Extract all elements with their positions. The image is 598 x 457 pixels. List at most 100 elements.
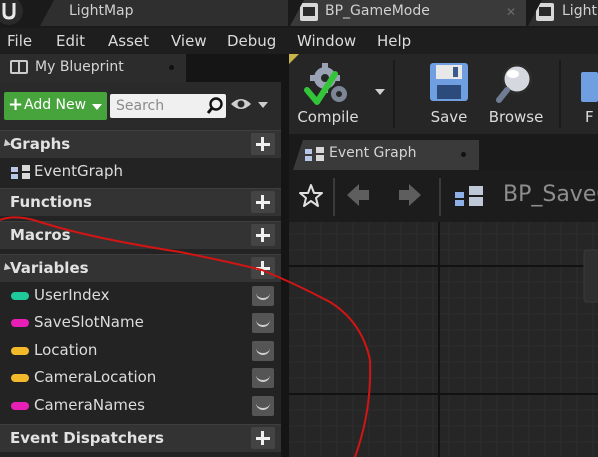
section-title: Graphs xyxy=(10,135,71,153)
graph-navigation-bar: BP_SaveG xyxy=(289,170,598,222)
section-event-dispatchers[interactable]: Event Dispatchers xyxy=(0,424,281,452)
tab-label: BP_GameMode xyxy=(325,3,430,19)
panel-tab-close-dot[interactable] xyxy=(169,65,174,70)
add-variable-button[interactable] xyxy=(251,257,275,279)
eye-icon[interactable] xyxy=(230,97,252,111)
view-options-chevron-icon[interactable] xyxy=(258,102,268,108)
graph-breadcrumb-title: BP_SaveG xyxy=(503,182,598,207)
my-blueprint-toolbar: + Add New xyxy=(0,82,281,130)
add-new-button[interactable]: + Add New xyxy=(4,92,107,120)
browse-button[interactable]: Browse xyxy=(485,54,547,134)
panel-splitter[interactable] xyxy=(281,54,289,457)
compile-button[interactable]: Compile xyxy=(293,54,363,134)
browse-label: Browse xyxy=(488,108,544,126)
compile-options-chevron-icon[interactable] xyxy=(375,89,385,95)
menu-view[interactable]: View xyxy=(171,32,207,50)
variable-row-userindex[interactable]: UserIndex xyxy=(0,283,281,310)
menu-bar: File Edit Asset View Debug Window Help xyxy=(0,28,598,54)
variable-row-cameralocation[interactable]: CameraLocation xyxy=(0,365,281,392)
tab-lightmap[interactable]: LightMap xyxy=(40,0,288,26)
menu-edit[interactable]: Edit xyxy=(56,32,85,50)
variable-type-pill-icon xyxy=(11,374,29,382)
toolbar-divider xyxy=(559,60,561,128)
closed-eye-icon[interactable] xyxy=(252,286,274,306)
section-title: Event Dispatchers xyxy=(10,429,164,447)
toolbar-corner-marker xyxy=(289,54,299,64)
variable-type-pill-icon xyxy=(11,319,29,327)
nav-divider xyxy=(333,178,335,216)
add-graph-button[interactable] xyxy=(251,133,275,155)
search-icon[interactable] xyxy=(206,97,224,115)
section-title: Macros xyxy=(10,226,71,244)
section-functions[interactable]: Functions xyxy=(0,188,281,216)
section-graphs[interactable]: Graphs xyxy=(0,130,281,158)
toolbar-divider xyxy=(393,60,395,128)
compile-label: Compile xyxy=(297,108,359,126)
graph-tab-bar: Event Graph xyxy=(289,134,598,170)
book-icon xyxy=(10,60,28,74)
add-macro-button[interactable] xyxy=(251,224,275,246)
add-function-button[interactable] xyxy=(251,191,275,213)
menu-debug[interactable]: Debug xyxy=(227,32,276,50)
section-title: Variables xyxy=(10,259,89,277)
add-event-dispatcher-button[interactable] xyxy=(251,427,275,449)
panel-tab-label: My Blueprint xyxy=(35,59,124,75)
back-arrow-icon[interactable] xyxy=(345,182,371,208)
section-variables[interactable]: Variables xyxy=(0,254,281,282)
chevron-down-icon xyxy=(92,104,102,110)
variable-row-saveslotname[interactable]: SaveSlotName xyxy=(0,310,281,337)
browse-magnifier-icon xyxy=(496,63,533,103)
graph-breadcrumb-icon xyxy=(455,186,483,206)
event-graph-icon xyxy=(305,147,324,161)
compile-gears-icon xyxy=(304,63,347,105)
find-button[interactable]: F xyxy=(575,54,598,134)
closed-eye-icon[interactable] xyxy=(252,368,274,388)
menu-help[interactable]: Help xyxy=(377,32,411,50)
variable-name: UserIndex xyxy=(34,286,110,304)
closed-eye-icon[interactable] xyxy=(252,341,274,361)
graph-grid xyxy=(289,222,598,457)
event-graph-icon xyxy=(11,165,30,179)
main-toolbar: Compile Save Browse F xyxy=(289,54,598,134)
my-blueprint-panel: + Add New Graphs EventGraph xyxy=(0,82,281,457)
variable-type-pill-icon xyxy=(11,292,29,300)
search-field xyxy=(110,94,226,118)
variable-type-pill-icon xyxy=(11,402,29,410)
closed-eye-icon[interactable] xyxy=(252,396,274,416)
forward-arrow-icon[interactable] xyxy=(397,182,423,208)
blueprint-icon xyxy=(300,3,318,21)
find-icon xyxy=(581,72,598,102)
tab-light[interactable]: Light xyxy=(528,0,598,26)
save-label: Save xyxy=(430,108,468,126)
variable-row-cameranames[interactable]: CameraNames xyxy=(0,393,281,420)
nav-divider xyxy=(439,178,441,216)
add-new-label: Add New xyxy=(24,97,87,113)
graph-tab-close-dot[interactable] xyxy=(461,152,466,157)
variable-name: SaveSlotName xyxy=(34,313,144,331)
closed-eye-icon[interactable] xyxy=(252,313,274,333)
variable-row-location[interactable]: Location xyxy=(0,338,281,365)
menu-asset[interactable]: Asset xyxy=(108,32,149,50)
tab-label: Light xyxy=(562,3,597,19)
menu-window[interactable]: Window xyxy=(297,32,356,50)
graph-item-label: EventGraph xyxy=(34,162,123,180)
plus-icon: + xyxy=(8,94,24,115)
my-blueprint-tab[interactable]: My Blueprint xyxy=(0,54,186,82)
tab-event-graph[interactable]: Event Graph xyxy=(293,140,479,170)
save-disk-icon xyxy=(430,63,468,101)
list-item-eventgraph[interactable]: EventGraph xyxy=(0,159,281,186)
menu-file[interactable]: File xyxy=(7,32,32,50)
star-icon[interactable] xyxy=(298,183,324,209)
tab-bp-gamemode[interactable]: BP_GameMode ✕ xyxy=(290,0,526,26)
variable-name: CameraNames xyxy=(34,396,145,414)
section-macros[interactable]: Macros xyxy=(0,221,281,249)
variable-name: CameraLocation xyxy=(34,368,157,386)
unreal-logo-icon xyxy=(0,0,23,25)
section-title: Functions xyxy=(10,193,92,211)
variable-name: Location xyxy=(34,341,98,359)
search-input[interactable] xyxy=(110,94,204,118)
blueprint-icon xyxy=(536,3,554,21)
graph-editor[interactable]: BP_SaveG xyxy=(289,170,598,457)
close-icon[interactable]: ✕ xyxy=(506,5,516,19)
save-button[interactable]: Save xyxy=(421,54,477,134)
